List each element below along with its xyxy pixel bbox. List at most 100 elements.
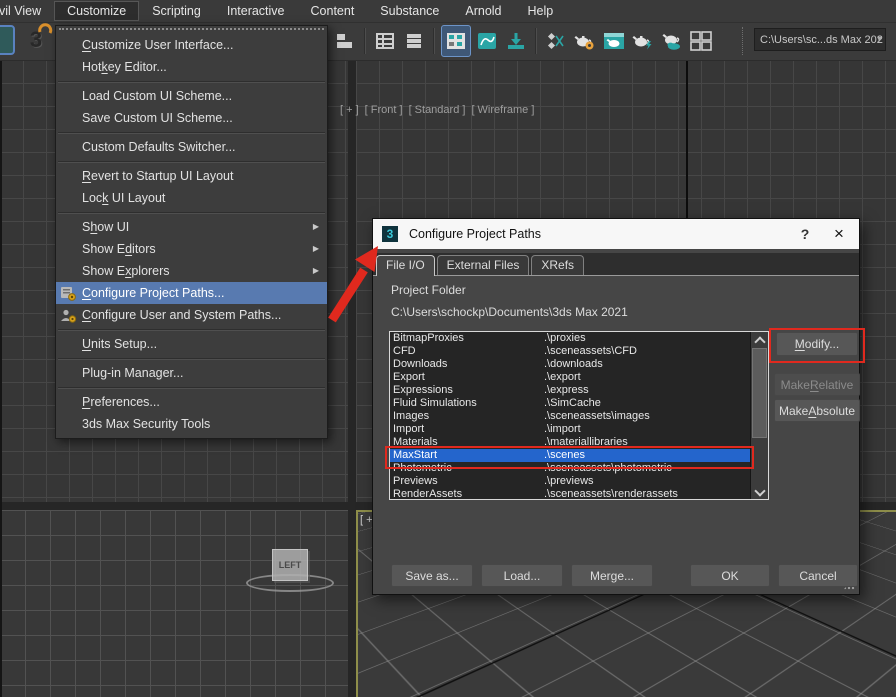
menubar-item-substance[interactable]: Substance bbox=[367, 1, 452, 21]
menubar-item-customize[interactable]: Customize bbox=[54, 1, 139, 21]
menu-item-load-custom-ui-scheme[interactable]: Load Custom UI Scheme... bbox=[56, 85, 327, 107]
rendered-frame-window-icon[interactable] bbox=[601, 26, 627, 56]
menu-item-label: Plug-in Manager... bbox=[80, 362, 327, 384]
entry-name: BitmapProxies bbox=[393, 332, 544, 345]
viewport-divider[interactable] bbox=[348, 60, 356, 502]
menu-item-label: 3ds Max Security Tools bbox=[80, 413, 327, 435]
viewport-label-segment[interactable]: [ Front ] bbox=[365, 104, 403, 116]
submenu-arrow-icon: ▶ bbox=[313, 238, 327, 260]
menu-item-preferences[interactable]: Preferences... bbox=[56, 391, 327, 413]
menubar-item-content[interactable]: Content bbox=[298, 1, 368, 21]
tab-file-i-o[interactable]: File I/O bbox=[376, 255, 435, 276]
menu-item-configure-user-and-system-paths[interactable]: Configure User and System Paths... bbox=[56, 304, 327, 326]
menu-item-show-ui[interactable]: Show UI▶ bbox=[56, 216, 327, 238]
tab-external-files[interactable]: External Files bbox=[437, 255, 530, 275]
menu-item-custom-defaults-switcher[interactable]: Custom Defaults Switcher... bbox=[56, 136, 327, 158]
menu-item-label: Units Setup... bbox=[80, 333, 327, 355]
path-entry-bitmapproxies[interactable]: BitmapProxies.\proxies bbox=[390, 332, 753, 345]
entry-path: .\export bbox=[544, 371, 581, 383]
menu-item-revert-to-startup-ui-layout[interactable]: Revert to Startup UI Layout bbox=[56, 165, 327, 187]
path-entry-renderassets[interactable]: RenderAssets.\sceneassets\renderassets bbox=[390, 488, 753, 500]
dialog-titlebar[interactable]: 3 Configure Project Paths ? × bbox=[373, 219, 859, 249]
make-absolute-button[interactable]: Make Absolute bbox=[774, 399, 860, 422]
path-entry-import[interactable]: Import.\import bbox=[390, 423, 753, 436]
scroll-down-icon[interactable] bbox=[751, 484, 768, 499]
make-relative-button[interactable]: Make Relative bbox=[774, 373, 860, 396]
viewport-label-segment[interactable]: [ + ] bbox=[340, 104, 359, 116]
render-setup-icon[interactable] bbox=[503, 26, 529, 56]
entry-name: Downloads bbox=[393, 358, 544, 371]
menu-bar: vil ViewCustomizeScriptingInteractiveCon… bbox=[0, 0, 896, 23]
cancel-button[interactable]: Cancel bbox=[778, 564, 858, 587]
menu-item-customize-user-interface[interactable]: Customize User Interface... bbox=[56, 34, 327, 56]
schematic-view-icon[interactable] bbox=[543, 26, 569, 56]
path-entry-export[interactable]: Export.\export bbox=[390, 371, 753, 384]
merge-button[interactable]: Merge... bbox=[571, 564, 653, 587]
menu-item-show-explorers[interactable]: Show Explorers▶ bbox=[56, 260, 327, 282]
menubar-item-help[interactable]: Help bbox=[515, 1, 567, 21]
menubar-item-vil-view[interactable]: vil View bbox=[0, 1, 54, 21]
menu-item-configure-project-paths[interactable]: Configure Project Paths... bbox=[56, 282, 327, 304]
path-entry-expressions[interactable]: Expressions.\express bbox=[390, 384, 753, 397]
cloud-render-icon[interactable] bbox=[659, 26, 685, 56]
project-paths-list: BitmapProxies.\proxiesCFD.\sceneassets\C… bbox=[389, 331, 769, 500]
viewport-label-segment[interactable]: [ Wireframe ] bbox=[471, 104, 534, 116]
menu-item-label: Customize User Interface... bbox=[80, 34, 327, 56]
load-button[interactable]: Load... bbox=[481, 564, 563, 587]
menubar-item-interactive[interactable]: Interactive bbox=[214, 1, 298, 21]
viewport-label-segment[interactable]: [ Standard ] bbox=[409, 104, 466, 116]
render-settings-icon[interactable] bbox=[572, 26, 598, 56]
menu-item-show-editors[interactable]: Show Editors▶ bbox=[56, 238, 327, 260]
scroll-up-icon[interactable] bbox=[751, 332, 768, 347]
path-entry-previews[interactable]: Previews.\previews bbox=[390, 475, 753, 488]
menu-separator bbox=[56, 326, 327, 333]
project-folder-dropdown[interactable]: C:\Users\sc...ds Max 202 ▾ bbox=[754, 28, 886, 51]
submenu-arrow-icon: ▶ bbox=[313, 260, 327, 282]
entry-path: .\sceneassets\images bbox=[544, 410, 650, 422]
menu-item-units-setup[interactable]: Units Setup... bbox=[56, 333, 327, 355]
close-button[interactable]: × bbox=[819, 224, 859, 244]
path-entry-photometric[interactable]: Photometric.\sceneassets\photometric bbox=[390, 462, 753, 475]
path-entry-fluid-simulations[interactable]: Fluid Simulations.\SimCache bbox=[390, 397, 753, 410]
scrollbar[interactable] bbox=[750, 332, 768, 499]
select-and-link-icon[interactable]: 3 bbox=[23, 27, 49, 53]
viewport-label-front: [ + ] [ Front ] [ Standard ] [ Wireframe ] bbox=[340, 104, 534, 116]
viewport-left[interactable] bbox=[0, 510, 348, 697]
modify-button[interactable]: Modify... bbox=[776, 332, 858, 356]
menubar-item-arnold[interactable]: Arnold bbox=[452, 1, 514, 21]
toolbar-separator bbox=[741, 27, 743, 55]
menubar-item-scripting[interactable]: Scripting bbox=[139, 1, 214, 21]
menu-item-lock-ui-layout[interactable]: Lock UI Layout bbox=[56, 187, 327, 209]
tab-xrefs[interactable]: XRefs bbox=[531, 255, 584, 275]
menu-item-save-custom-ui-scheme[interactable]: Save Custom UI Scheme... bbox=[56, 107, 327, 129]
clipped-toolbar-icon[interactable] bbox=[0, 25, 15, 55]
viewcube[interactable]: LEFT bbox=[272, 549, 308, 581]
ok-button[interactable]: OK bbox=[690, 564, 770, 587]
help-button[interactable]: ? bbox=[791, 226, 819, 242]
path-entry-cfd[interactable]: CFD.\sceneassets\CFD bbox=[390, 345, 753, 358]
viewport-divider[interactable] bbox=[348, 510, 356, 697]
3ds-max-window: [ + ][ Front ][ Standard ][ Wireframe ] … bbox=[0, 0, 896, 697]
menu-item-label: Show Explorers bbox=[80, 260, 313, 282]
menu-item-plug-in-manager[interactable]: Plug-in Manager... bbox=[56, 362, 327, 384]
viewport-layout-icon[interactable] bbox=[688, 26, 714, 56]
quick-render-icon[interactable] bbox=[630, 26, 656, 56]
entry-path: .\import bbox=[544, 423, 581, 435]
layer-explorer-icon[interactable] bbox=[401, 26, 427, 56]
save-as-button[interactable]: Save as... bbox=[391, 564, 473, 587]
menu-item-3ds-max-security-tools[interactable]: 3ds Max Security Tools bbox=[56, 413, 327, 435]
layer-list-icon[interactable] bbox=[332, 26, 358, 56]
menu-item-hotkey-editor[interactable]: Hotkey Editor... bbox=[56, 56, 327, 78]
entry-name: Photometric bbox=[393, 462, 544, 475]
path-entry-downloads[interactable]: Downloads.\downloads bbox=[390, 358, 753, 371]
scrollbar-thumb[interactable] bbox=[752, 348, 767, 438]
project-folder-label: Project Folder bbox=[391, 283, 466, 297]
path-entry-images[interactable]: Images.\sceneassets\images bbox=[390, 410, 753, 423]
scene-explorer-icon[interactable] bbox=[372, 26, 398, 56]
path-entry-maxstart[interactable]: MaxStart.\scenes bbox=[390, 449, 753, 462]
path-entry-materials[interactable]: Materials.\materiallibraries bbox=[390, 436, 753, 449]
entry-path: .\sceneassets\renderassets bbox=[544, 488, 678, 500]
entry-path: .\previews bbox=[544, 475, 594, 487]
material-editor-icon[interactable] bbox=[441, 25, 471, 57]
curve-editor-icon[interactable] bbox=[474, 26, 500, 56]
